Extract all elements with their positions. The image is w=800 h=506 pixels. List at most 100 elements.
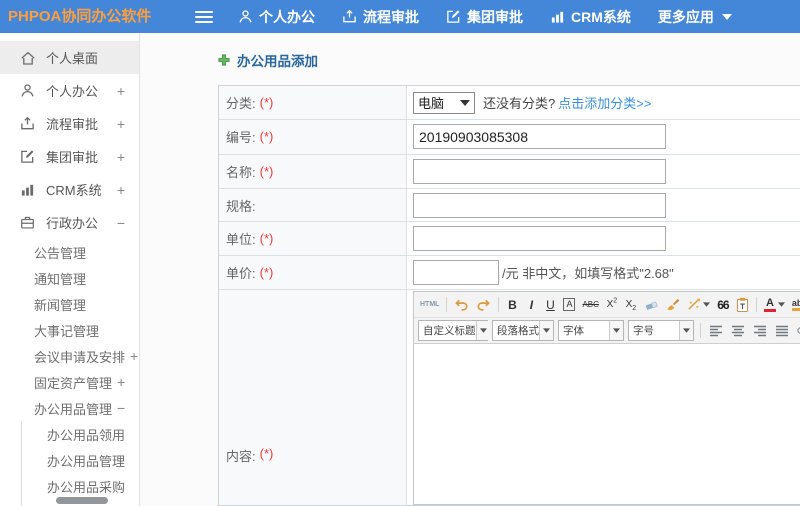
selected-option-label: 电脑 <box>418 96 445 112</box>
editor-dropdown-1[interactable]: 自定义标题 <box>418 320 490 341</box>
sidebar-item-office-supplies-manage[interactable]: 办公用品管理 <box>0 447 139 473</box>
home-icon <box>20 50 37 66</box>
sidebar-item-label: 集团审批 <box>46 150 99 165</box>
nav-item-crm-system[interactable]: CRM系统 <box>550 7 631 27</box>
editor-btn-align-justify[interactable] <box>773 321 791 341</box>
sidebar-item-label: 办公用品采购 <box>47 479 126 495</box>
required-asterisk: (*) <box>259 264 274 280</box>
sidebar-item-label: 会议申请及安排 <box>34 349 126 365</box>
editor-btn-subscript[interactable]: X2 <box>623 295 639 315</box>
sidebar-item-office-supplies-mgmt[interactable]: 办公用品管理 − <box>0 395 139 421</box>
sidebar-item-crm-system[interactable]: CRM系统 + <box>0 173 139 206</box>
expand-toggle-icon[interactable]: + <box>117 117 125 131</box>
sidebar-item-group-approval[interactable]: 集团审批 + <box>0 140 139 173</box>
editor-btn-background-color[interactable]: ab/ <box>790 295 800 315</box>
user-icon <box>20 83 37 98</box>
editor-btn-italic[interactable]: I <box>523 295 539 315</box>
sidebar-item-announcement-mgmt[interactable]: 公告管理 <box>0 239 139 265</box>
expand-toggle-icon[interactable]: + <box>117 375 125 389</box>
editor-btn-html-source[interactable]: HTML <box>418 295 441 315</box>
sidebar-item-label: 办公用品管理 <box>47 453 126 469</box>
sidebar-item-label: 办公用品领用 <box>47 427 126 443</box>
expand-toggle-icon[interactable]: + <box>117 150 125 164</box>
dropdown-label: 字号 <box>633 325 654 337</box>
editor-btn-strikethrough[interactable]: ABC <box>580 295 600 315</box>
name-input[interactable] <box>413 158 666 184</box>
nav-item-group-approval[interactable]: 集团审批 <box>446 7 523 27</box>
sidebar-item-office-supplies-purchase[interactable]: 办公用品采购 <box>0 473 139 499</box>
spec-input[interactable] <box>413 192 666 218</box>
form-row-unit: 单位: (*) <box>219 222 800 256</box>
label-text: 单价: <box>226 265 256 281</box>
sidebar-item-admin-office[interactable]: 行政办公 − <box>0 206 139 239</box>
required-asterisk: (*) <box>259 446 274 461</box>
sidebar-item-fixed-assets-mgmt[interactable]: 固定资产管理 + <box>0 369 139 395</box>
sidebar-item-personal-office[interactable]: 个人办公 + <box>0 74 139 107</box>
code-input[interactable] <box>413 124 666 150</box>
editor-btn-align-right[interactable] <box>751 321 769 341</box>
editor-btn-font-color[interactable]: A <box>762 295 787 315</box>
nav-item-workflow-approval[interactable]: 流程审批 <box>342 7 419 27</box>
dropdown-label: 字体 <box>563 325 584 337</box>
editor-btn-align-left[interactable] <box>707 321 725 341</box>
nav-item-personal-office[interactable]: 个人办公 <box>238 7 315 27</box>
nav-item-label: CRM系统 <box>571 8 631 25</box>
editor-btn-blockquote[interactable]: 66 <box>715 295 731 315</box>
label-text: 内容: <box>226 449 256 464</box>
editor-toolbar-row2: 自定义标题 段落格式 字体 字号 <box>414 318 800 344</box>
unit-value-cell <box>407 222 800 255</box>
caret-down-icon <box>475 321 490 340</box>
sidebar-item-office-supplies-receive[interactable]: 办公用品领用 <box>0 421 139 447</box>
editor-btn-redo[interactable] <box>474 295 493 315</box>
nav-item-more-apps[interactable]: 更多应用 <box>658 7 732 27</box>
form-row-price: 单价: (*) /元 非中文，如填写格式"2.68" <box>219 255 800 290</box>
toolbar-separator <box>755 297 757 312</box>
sidebar-item-workflow-approval[interactable]: 流程审批 + <box>0 107 139 140</box>
flow-icon <box>20 116 37 131</box>
expand-toggle-icon[interactable]: + <box>117 183 125 197</box>
menu-icon[interactable] <box>193 9 215 25</box>
editor-btn-format-brush[interactable] <box>664 295 682 315</box>
editor-btn-bold[interactable]: B <box>504 295 520 315</box>
editor-btn-link[interactable] <box>795 321 800 341</box>
sidebar-item-notice-mgmt[interactable]: 通知管理 <box>0 265 139 291</box>
horizontal-scrollbar-thumb[interactable] <box>56 497 108 504</box>
editor-btn-superscript[interactable]: X2 <box>604 295 620 315</box>
sidebar-item-label: 公告管理 <box>34 245 87 261</box>
price-input[interactable] <box>413 259 499 285</box>
editor-btn-underline[interactable]: U <box>542 295 558 315</box>
content-label: 内容: (*) <box>219 290 407 505</box>
chart-icon <box>550 9 565 24</box>
editor-dropdown-4[interactable]: 字号 <box>628 320 694 341</box>
sidebar-item-memorabilia-mgmt[interactable]: 大事记管理 <box>0 317 139 343</box>
expand-toggle-icon[interactable]: − <box>117 216 125 230</box>
editor-btn-auto-format[interactable] <box>685 295 712 315</box>
nav-item-label: 个人办公 <box>259 8 315 25</box>
label-text: 编号: <box>226 130 256 146</box>
expand-toggle-icon[interactable]: + <box>130 349 138 363</box>
editor-btn-align-center[interactable] <box>729 321 747 341</box>
category-select[interactable]: 电脑 <box>413 91 475 114</box>
editor-btn-char-border[interactable]: A <box>561 295 577 315</box>
page-title-text: 办公用品添加 <box>237 54 318 69</box>
add-category-link[interactable]: 点击添加分类>> <box>558 93 651 112</box>
code-value-cell <box>407 120 800 154</box>
expand-toggle-icon[interactable]: + <box>117 84 125 98</box>
sidebar-item-meeting-request[interactable]: 会议申请及安排 + <box>0 343 139 369</box>
sidebar-item-label: 固定资产管理 <box>34 375 113 391</box>
sidebar-item-personal-desktop[interactable]: 个人桌面 <box>0 41 139 74</box>
editor-btn-undo[interactable] <box>452 295 471 315</box>
edit-icon <box>20 149 37 164</box>
editor-btn-paste-as-text[interactable] <box>734 295 751 315</box>
editor-btn-eraser[interactable] <box>642 295 661 315</box>
unit-input[interactable] <box>413 226 666 251</box>
no-category-note: 还没有分类? <box>483 96 556 112</box>
expand-toggle-icon[interactable]: − <box>117 401 125 415</box>
editor-dropdown-2[interactable]: 段落格式 <box>492 320 554 341</box>
sidebar-item-news-mgmt[interactable]: 新闻管理 <box>0 291 139 317</box>
editor-dropdown-3[interactable]: 字体 <box>558 320 624 341</box>
sidebar: 个人桌面 个人办公 + 流程审批 + 集团审批 + CRM系统 + 行政办公 − 公告管理 通知管理 新闻… <box>0 33 140 506</box>
form-row-code: 编号: (*) <box>219 120 800 155</box>
form-row-name: 名称: (*) <box>219 154 800 189</box>
editor-content-area[interactable] <box>414 344 800 504</box>
